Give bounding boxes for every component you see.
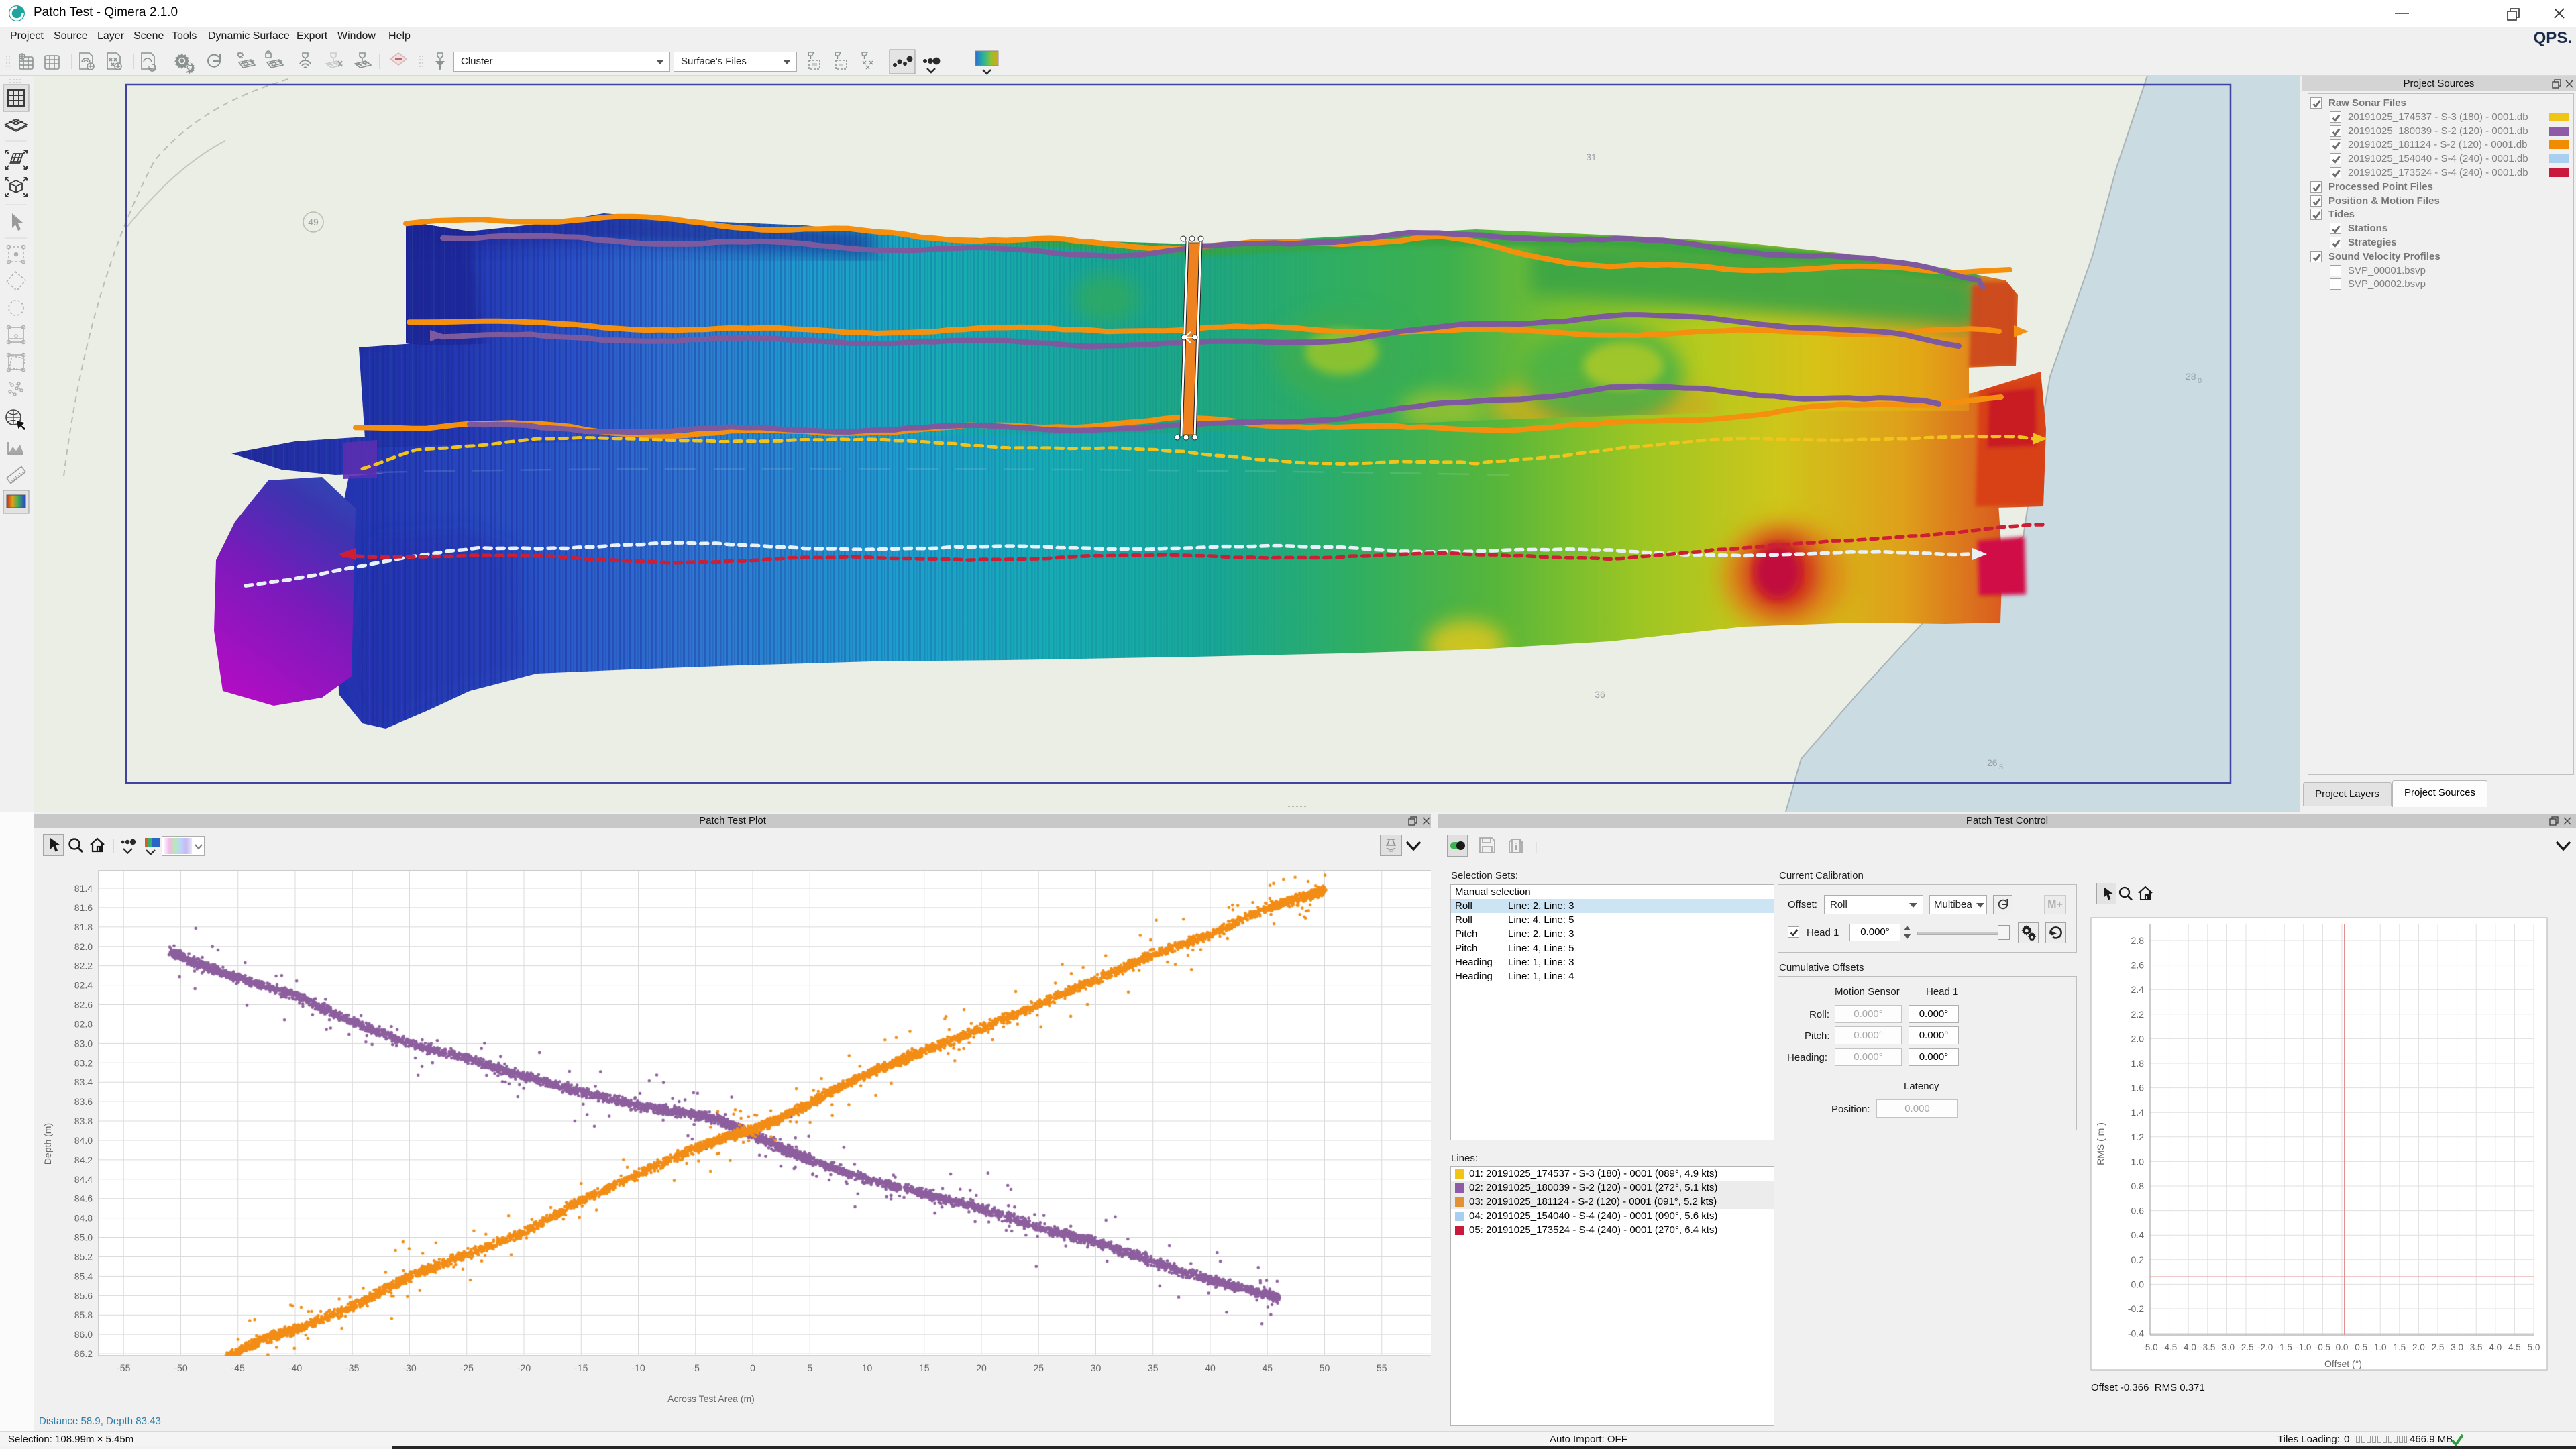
svg-text:84.0: 84.0 (74, 1135, 93, 1146)
svg-text:25: 25 (1033, 1362, 1044, 1373)
svg-text:85.8: 85.8 (74, 1309, 93, 1320)
svg-text:82.6: 82.6 (74, 1000, 93, 1010)
svg-text:81.6: 81.6 (74, 902, 93, 913)
svg-text:45: 45 (1262, 1362, 1273, 1373)
svg-text:85.2: 85.2 (74, 1251, 93, 1262)
svg-text:50: 50 (1320, 1362, 1330, 1373)
svg-text:0.6: 0.6 (2131, 1205, 2145, 1216)
svg-text:81.4: 81.4 (74, 883, 93, 894)
svg-text:-30: -30 (402, 1362, 416, 1373)
svg-text:2.0: 2.0 (2412, 1342, 2425, 1352)
svg-text:-0.2: -0.2 (2128, 1303, 2144, 1314)
svg-text:15: 15 (919, 1362, 930, 1373)
svg-text:36: 36 (1595, 689, 1605, 700)
svg-text:82.8: 82.8 (74, 1018, 93, 1029)
svg-text:-3.5: -3.5 (2200, 1342, 2215, 1352)
svg-text:5: 5 (807, 1362, 812, 1373)
svg-text:3.5: 3.5 (2470, 1342, 2483, 1352)
svg-text:-1.5: -1.5 (2277, 1342, 2292, 1352)
svg-text:30: 30 (1091, 1362, 1102, 1373)
svg-text:-35: -35 (345, 1362, 359, 1373)
svg-text:83.0: 83.0 (74, 1038, 93, 1049)
svg-text:-10: -10 (631, 1362, 645, 1373)
svg-text:82.0: 82.0 (74, 941, 93, 952)
svg-text:1.6: 1.6 (2131, 1083, 2145, 1093)
svg-text:83.8: 83.8 (74, 1116, 93, 1126)
svg-text:0.4: 0.4 (2131, 1230, 2145, 1240)
svg-text:84.4: 84.4 (74, 1174, 93, 1185)
svg-text:Depth (m): Depth (m) (42, 1123, 53, 1165)
svg-text:-0.4: -0.4 (2128, 1328, 2144, 1339)
svg-text:20: 20 (976, 1362, 987, 1373)
svg-text:31: 31 (1586, 152, 1597, 162)
svg-text:85.6: 85.6 (74, 1290, 93, 1301)
svg-text:2.2: 2.2 (2131, 1009, 2145, 1020)
svg-text:Across Test Area (m): Across Test Area (m) (667, 1393, 755, 1404)
svg-text:86.2: 86.2 (74, 1348, 93, 1359)
svg-text:-3.0: -3.0 (2219, 1342, 2235, 1352)
svg-text:-5.0: -5.0 (2142, 1342, 2157, 1352)
svg-text:5: 5 (1999, 763, 2003, 771)
svg-text:Offset (°): Offset (°) (2324, 1358, 2362, 1369)
svg-text:85.4: 85.4 (74, 1271, 93, 1281)
svg-text:2.5: 2.5 (2432, 1342, 2445, 1352)
svg-text:-15: -15 (574, 1362, 588, 1373)
svg-text:83.6: 83.6 (74, 1096, 93, 1107)
svg-text:-20: -20 (517, 1362, 531, 1373)
svg-text:-40: -40 (288, 1362, 302, 1373)
svg-text:-50: -50 (174, 1362, 187, 1373)
svg-text:49: 49 (308, 217, 319, 227)
svg-text:4.5: 4.5 (2508, 1342, 2521, 1352)
svg-text:81.8: 81.8 (74, 922, 93, 932)
svg-text:2.6: 2.6 (2131, 960, 2145, 971)
svg-text:82.4: 82.4 (74, 980, 93, 991)
svg-text:0.5: 0.5 (2355, 1342, 2367, 1352)
svg-text:1.4: 1.4 (2131, 1107, 2145, 1118)
svg-text:-0.5: -0.5 (2315, 1342, 2330, 1352)
svg-text:-45: -45 (231, 1362, 245, 1373)
svg-text:84.6: 84.6 (74, 1193, 93, 1204)
svg-text:26: 26 (1987, 757, 1998, 768)
svg-text:1.0: 1.0 (2374, 1342, 2387, 1352)
svg-text:84.2: 84.2 (74, 1155, 93, 1165)
svg-text:3.0: 3.0 (2451, 1342, 2463, 1352)
svg-text:RMS ( m ): RMS ( m ) (2095, 1122, 2106, 1165)
svg-text:2.8: 2.8 (2131, 935, 2145, 946)
svg-text:83.4: 83.4 (74, 1077, 93, 1087)
svg-text:83.2: 83.2 (74, 1057, 93, 1068)
svg-text:1.8: 1.8 (2131, 1058, 2145, 1069)
svg-text:10: 10 (862, 1362, 873, 1373)
svg-text:1.5: 1.5 (2393, 1342, 2406, 1352)
svg-text:-4.5: -4.5 (2161, 1342, 2177, 1352)
svg-text:55: 55 (1377, 1362, 1387, 1373)
svg-text:-4.0: -4.0 (2181, 1342, 2196, 1352)
svg-text:0.0: 0.0 (2131, 1279, 2145, 1289)
svg-text:-25: -25 (460, 1362, 474, 1373)
svg-text:-55: -55 (117, 1362, 130, 1373)
svg-text:35: 35 (1148, 1362, 1159, 1373)
svg-text:4.0: 4.0 (2489, 1342, 2502, 1352)
svg-text:1.0: 1.0 (2131, 1156, 2145, 1167)
svg-text:28: 28 (2186, 371, 2196, 382)
svg-text:0.2: 0.2 (2131, 1254, 2145, 1265)
svg-text:0: 0 (750, 1362, 755, 1373)
svg-text:84.8: 84.8 (74, 1213, 93, 1224)
svg-text:85.0: 85.0 (74, 1232, 93, 1243)
svg-text:-5: -5 (692, 1362, 700, 1373)
svg-text:0.8: 0.8 (2131, 1181, 2145, 1191)
svg-text:-2.0: -2.0 (2257, 1342, 2273, 1352)
svg-text:2.4: 2.4 (2131, 984, 2145, 995)
svg-text:82.2: 82.2 (74, 961, 93, 971)
svg-text:0: 0 (2198, 377, 2202, 385)
svg-text:0.0: 0.0 (2336, 1342, 2349, 1352)
svg-text:5.0: 5.0 (2528, 1342, 2540, 1352)
svg-text:1.2: 1.2 (2131, 1132, 2145, 1142)
svg-text:86.0: 86.0 (74, 1329, 93, 1340)
svg-text:-1.0: -1.0 (2296, 1342, 2311, 1352)
svg-text:-2.5: -2.5 (2238, 1342, 2253, 1352)
svg-text:2.0: 2.0 (2131, 1033, 2145, 1044)
svg-text:40: 40 (1205, 1362, 1216, 1373)
